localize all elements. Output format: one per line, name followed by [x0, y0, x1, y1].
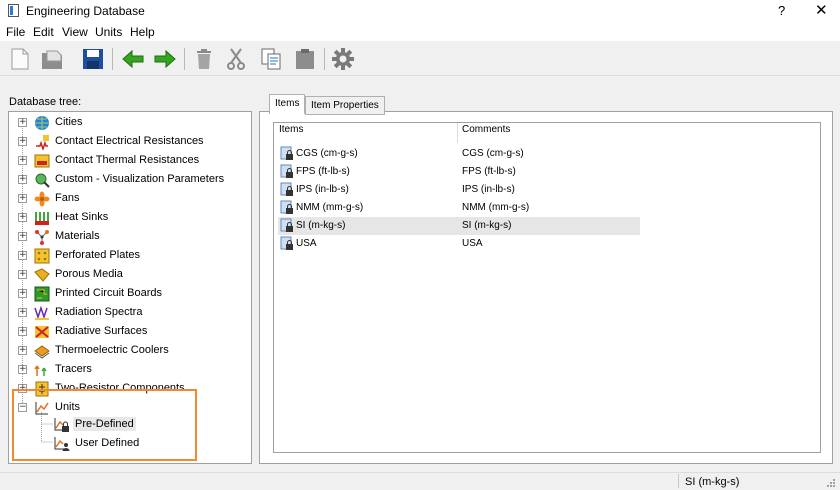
materials-icon: [35, 230, 49, 245]
help-button[interactable]: ?: [778, 3, 785, 18]
title-bar: Engineering Database ? ✕: [0, 0, 840, 22]
tree-item-contact-electrical-resistances[interactable]: Contact Electrical Resistances: [55, 135, 204, 147]
tree-expander[interactable]: +: [18, 137, 27, 146]
resize-grip-icon[interactable]: [826, 478, 836, 488]
tree-expander[interactable]: +: [18, 232, 27, 241]
tree-item-contact-thermal-resistances[interactable]: Contact Thermal Resistances: [55, 154, 199, 166]
spectra-icon: [34, 305, 49, 320]
toolbar-separator: [184, 48, 185, 70]
item-comment: USA: [462, 238, 483, 249]
list-item[interactable]: [278, 235, 640, 253]
item-name: CGS (cm-g-s): [296, 148, 358, 159]
delete-icon[interactable]: [191, 46, 217, 72]
back-arrow-icon[interactable]: [120, 46, 146, 72]
locked-unit-system-icon: [280, 218, 293, 232]
toolbar-separator: [112, 48, 113, 70]
tree-item-printed-circuit-boards[interactable]: Printed Circuit Boards: [55, 287, 162, 299]
column-header-comments[interactable]: Comments: [462, 124, 510, 135]
visualization-icon: [35, 173, 50, 188]
tree-item-custom-visualization-parameters[interactable]: Custom - Visualization Parameters: [55, 173, 224, 185]
menu-view[interactable]: View: [62, 25, 88, 39]
tree-item-thermoelectric-coolers[interactable]: Thermoelectric Coolers: [55, 344, 169, 356]
save-icon[interactable]: [80, 46, 106, 72]
menu-file[interactable]: File: [6, 25, 25, 39]
tree-item-radiative-surfaces[interactable]: Radiative Surfaces: [55, 325, 147, 337]
fan-icon: [34, 191, 50, 207]
tree-expander[interactable]: +: [18, 194, 27, 203]
tree-expander[interactable]: +: [18, 156, 27, 165]
column-header-items[interactable]: Items: [279, 124, 303, 135]
cooler-icon: [34, 345, 50, 359]
item-comment: NMM (mm-g-s): [462, 202, 530, 213]
tree-item-radiation-spectra[interactable]: Radiation Spectra: [55, 306, 142, 318]
item-comment: CGS (cm-g-s): [462, 148, 524, 159]
item-name: NMM (mm-g-s): [296, 202, 364, 213]
settings-icon[interactable]: [330, 46, 356, 72]
status-separator: [678, 474, 679, 488]
tree-item-porous-media[interactable]: Porous Media: [55, 268, 123, 280]
tree-expander[interactable]: +: [18, 213, 27, 222]
window-title: Engineering Database: [26, 4, 145, 18]
tree-expander[interactable]: +: [18, 251, 27, 260]
heat-sink-icon: [35, 212, 49, 225]
pcb-icon: [34, 286, 50, 302]
tree-item-tracers[interactable]: Tracers: [55, 363, 92, 375]
globe-icon: [35, 116, 49, 130]
tree-expander[interactable]: +: [18, 308, 27, 317]
tree-label: Database tree:: [9, 96, 82, 108]
highlight-annotation: [12, 389, 197, 461]
toolbar: [0, 41, 840, 76]
app-icon: [8, 4, 19, 17]
tree-item-perforated-plates[interactable]: Perforated Plates: [55, 249, 140, 261]
item-name: IPS (in-lb-s): [296, 184, 349, 195]
cut-icon[interactable]: [223, 46, 249, 72]
tree-item-cities[interactable]: Cities: [55, 116, 83, 128]
menu-edit[interactable]: Edit: [33, 25, 54, 39]
tree-expander[interactable]: +: [18, 175, 27, 184]
item-name: FPS (ft-lb-s): [296, 166, 350, 177]
tree-item-fans[interactable]: Fans: [55, 192, 79, 204]
perforated-plate-icon: [34, 248, 50, 264]
tree-expander[interactable]: +: [18, 270, 27, 279]
open-icon[interactable]: [40, 46, 66, 72]
tree-expander[interactable]: +: [18, 289, 27, 298]
item-name: SI (m-kg-s): [296, 220, 346, 231]
item-name: USA: [296, 238, 317, 249]
tree-item-heat-sinks[interactable]: Heat Sinks: [55, 211, 108, 223]
locked-unit-system-icon: [280, 164, 293, 178]
toolbar-separator: [324, 48, 325, 70]
locked-unit-system-icon: [280, 200, 293, 214]
tracer-icon: [34, 365, 47, 376]
radiative-surface-icon: [35, 326, 49, 338]
copy-icon[interactable]: [258, 46, 284, 72]
close-button[interactable]: ✕: [815, 1, 828, 19]
menu-help[interactable]: Help: [130, 25, 155, 39]
electrical-resistance-icon: [36, 135, 49, 150]
paste-icon[interactable]: [292, 46, 318, 72]
tree-expander[interactable]: +: [18, 118, 27, 127]
menu-bar: File Edit View Units Help: [0, 22, 840, 41]
column-separator[interactable]: [457, 123, 458, 143]
status-text: SI (m-kg-s): [685, 476, 740, 488]
item-comment: IPS (in-lb-s): [462, 184, 515, 195]
thermal-resistance-icon: [34, 154, 50, 168]
tree-item-materials[interactable]: Materials: [55, 230, 100, 242]
tab-items[interactable]: Items: [269, 94, 306, 114]
new-icon[interactable]: [7, 46, 33, 72]
locked-unit-system-icon: [280, 146, 293, 160]
menu-units[interactable]: Units: [95, 25, 122, 39]
tab-item-properties[interactable]: Item Properties: [305, 96, 385, 115]
tree-expander[interactable]: +: [18, 327, 27, 336]
tree-expander[interactable]: +: [18, 365, 27, 374]
item-comment: SI (m-kg-s): [462, 220, 512, 231]
porous-media-icon: [34, 268, 50, 282]
forward-arrow-icon[interactable]: [152, 46, 178, 72]
locked-unit-system-icon: [280, 182, 293, 196]
locked-unit-system-icon: [280, 236, 293, 250]
tree-expander[interactable]: +: [18, 346, 27, 355]
item-comment: FPS (ft-lb-s): [462, 166, 516, 177]
